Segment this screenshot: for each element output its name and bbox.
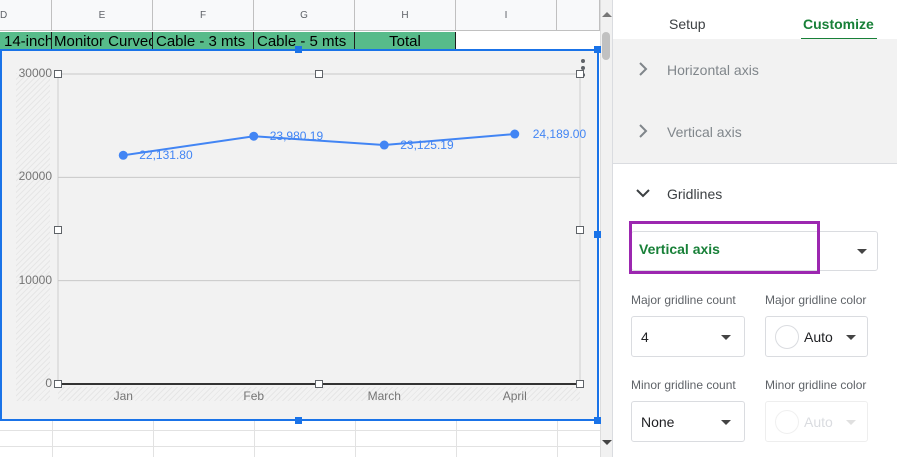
y-tick-label: 0 [45, 376, 52, 390]
column-header-blank[interactable] [557, 0, 600, 31]
column-header-f[interactable]: F [153, 0, 254, 31]
y-tick-label: 20000 [18, 169, 52, 184]
data-point[interactable] [510, 129, 520, 139]
data-label: 24,189.00 [532, 127, 587, 142]
chart-resize-handle[interactable] [594, 417, 601, 424]
data-label: 23,980.19 [269, 129, 324, 144]
column-letter: H [401, 10, 409, 21]
chevron-down-icon [636, 189, 650, 198]
minor-color-label: Minor gridline color [765, 378, 867, 392]
column-header-e[interactable]: E [52, 0, 153, 31]
row-divider [0, 430, 600, 431]
column-divider [254, 421, 255, 457]
select-value: 4 [641, 329, 649, 345]
dropdown-arrow-icon [721, 420, 731, 425]
column-letter: I [504, 10, 508, 21]
color-swatch [775, 325, 799, 349]
column-divider [153, 421, 154, 457]
scroll-up-icon[interactable] [602, 12, 612, 17]
row-divider [0, 446, 600, 447]
column-header-h[interactable]: H [355, 0, 456, 31]
select-value: None [641, 414, 675, 430]
resize-handle[interactable] [576, 226, 584, 234]
dropdown-arrow-icon [857, 249, 867, 254]
chart-editor-panel: Setup Customize Horizontal axis Vertical… [612, 0, 897, 457]
select-value: Auto [804, 329, 833, 345]
color-swatch [775, 410, 799, 434]
chart-resize-handle[interactable] [295, 417, 302, 424]
x-tick-label: April [502, 389, 527, 403]
resize-handle[interactable] [315, 380, 323, 388]
chart-resize-handle[interactable] [295, 46, 302, 53]
section-vertical-axis[interactable]: Vertical axis [613, 101, 897, 163]
chart-plot [57, 73, 581, 385]
y-tick-label: 30000 [18, 66, 52, 80]
data-label: 23,125.19 [400, 138, 454, 153]
section-gridlines[interactable]: Gridlines [613, 163, 897, 225]
scrollbar-thumb[interactable] [602, 32, 610, 60]
dropdown-arrow-icon [846, 335, 856, 340]
chevron-right-icon [639, 62, 648, 76]
minor-count-label: Minor gridline count [631, 378, 736, 392]
column-header-g[interactable]: G [254, 0, 355, 31]
dropdown-arrow-icon [721, 335, 731, 340]
minor-color-select-disabled: Auto [765, 401, 868, 442]
column-divider [52, 421, 53, 457]
y-tick-label: 10000 [18, 272, 52, 287]
column-letter: E [98, 10, 106, 21]
x-tick-label: March [367, 389, 401, 403]
column-header-i[interactable]: I [456, 0, 557, 31]
scroll-down-icon[interactable] [602, 440, 612, 445]
major-color-label: Major gridline color [765, 293, 867, 307]
column-divider [355, 421, 356, 457]
resize-handle[interactable] [315, 70, 323, 78]
section-horizontal-axis[interactable]: Horizontal axis [613, 39, 897, 101]
axis-dropdown-value: Vertical axis [639, 241, 720, 257]
resize-handle[interactable] [576, 70, 584, 78]
select-value: Auto [804, 414, 833, 430]
table-cell[interactable]: 14-inch [0, 32, 52, 50]
chevron-right-icon [639, 124, 648, 138]
column-letter: G [300, 10, 308, 21]
table-cell[interactable]: Cable - 5 mts [254, 32, 355, 50]
column-letter: F [199, 10, 207, 21]
table-cell[interactable]: Total [355, 32, 456, 50]
data-label: 22,131.80 [139, 148, 193, 163]
major-color-select[interactable]: Auto [765, 316, 868, 357]
data-point[interactable] [249, 131, 259, 141]
column-divider [456, 421, 457, 457]
tab-setup[interactable]: Setup [669, 0, 706, 41]
section-label: Vertical axis [667, 124, 742, 140]
line-chart[interactable]: 30000 20000 10000 0 Jan Feb March April 22,131.8… [0, 49, 599, 421]
resize-handle[interactable] [54, 226, 62, 234]
column-header-d[interactable]: D [0, 0, 52, 31]
data-point[interactable] [118, 150, 128, 160]
resize-handle[interactable] [54, 380, 62, 388]
column-divider [557, 421, 558, 457]
vertical-scrollbar[interactable] [600, 0, 612, 457]
x-tick-label: Jan [113, 389, 133, 403]
chart-resize-handle[interactable] [594, 231, 601, 238]
data-point[interactable] [379, 140, 389, 150]
resize-handle[interactable] [54, 70, 62, 78]
x-tick-label: Feb [243, 389, 265, 403]
major-count-select[interactable]: 4 [631, 316, 745, 357]
minor-count-select[interactable]: None [631, 401, 745, 442]
section-label: Horizontal axis [667, 62, 759, 78]
plot-border [57, 73, 581, 385]
major-count-label: Major gridline count [631, 293, 736, 307]
section-label: Gridlines [667, 186, 723, 202]
resize-handle[interactable] [576, 380, 584, 388]
dropdown-arrow-icon [846, 420, 856, 425]
table-cell[interactable]: Cable - 3 mts [153, 32, 254, 50]
table-cell[interactable]: Monitor Curved [52, 32, 153, 50]
tab-customize[interactable]: Customize [803, 0, 874, 41]
column-letter: D [0, 10, 8, 21]
chart-resize-handle[interactable] [594, 46, 601, 53]
